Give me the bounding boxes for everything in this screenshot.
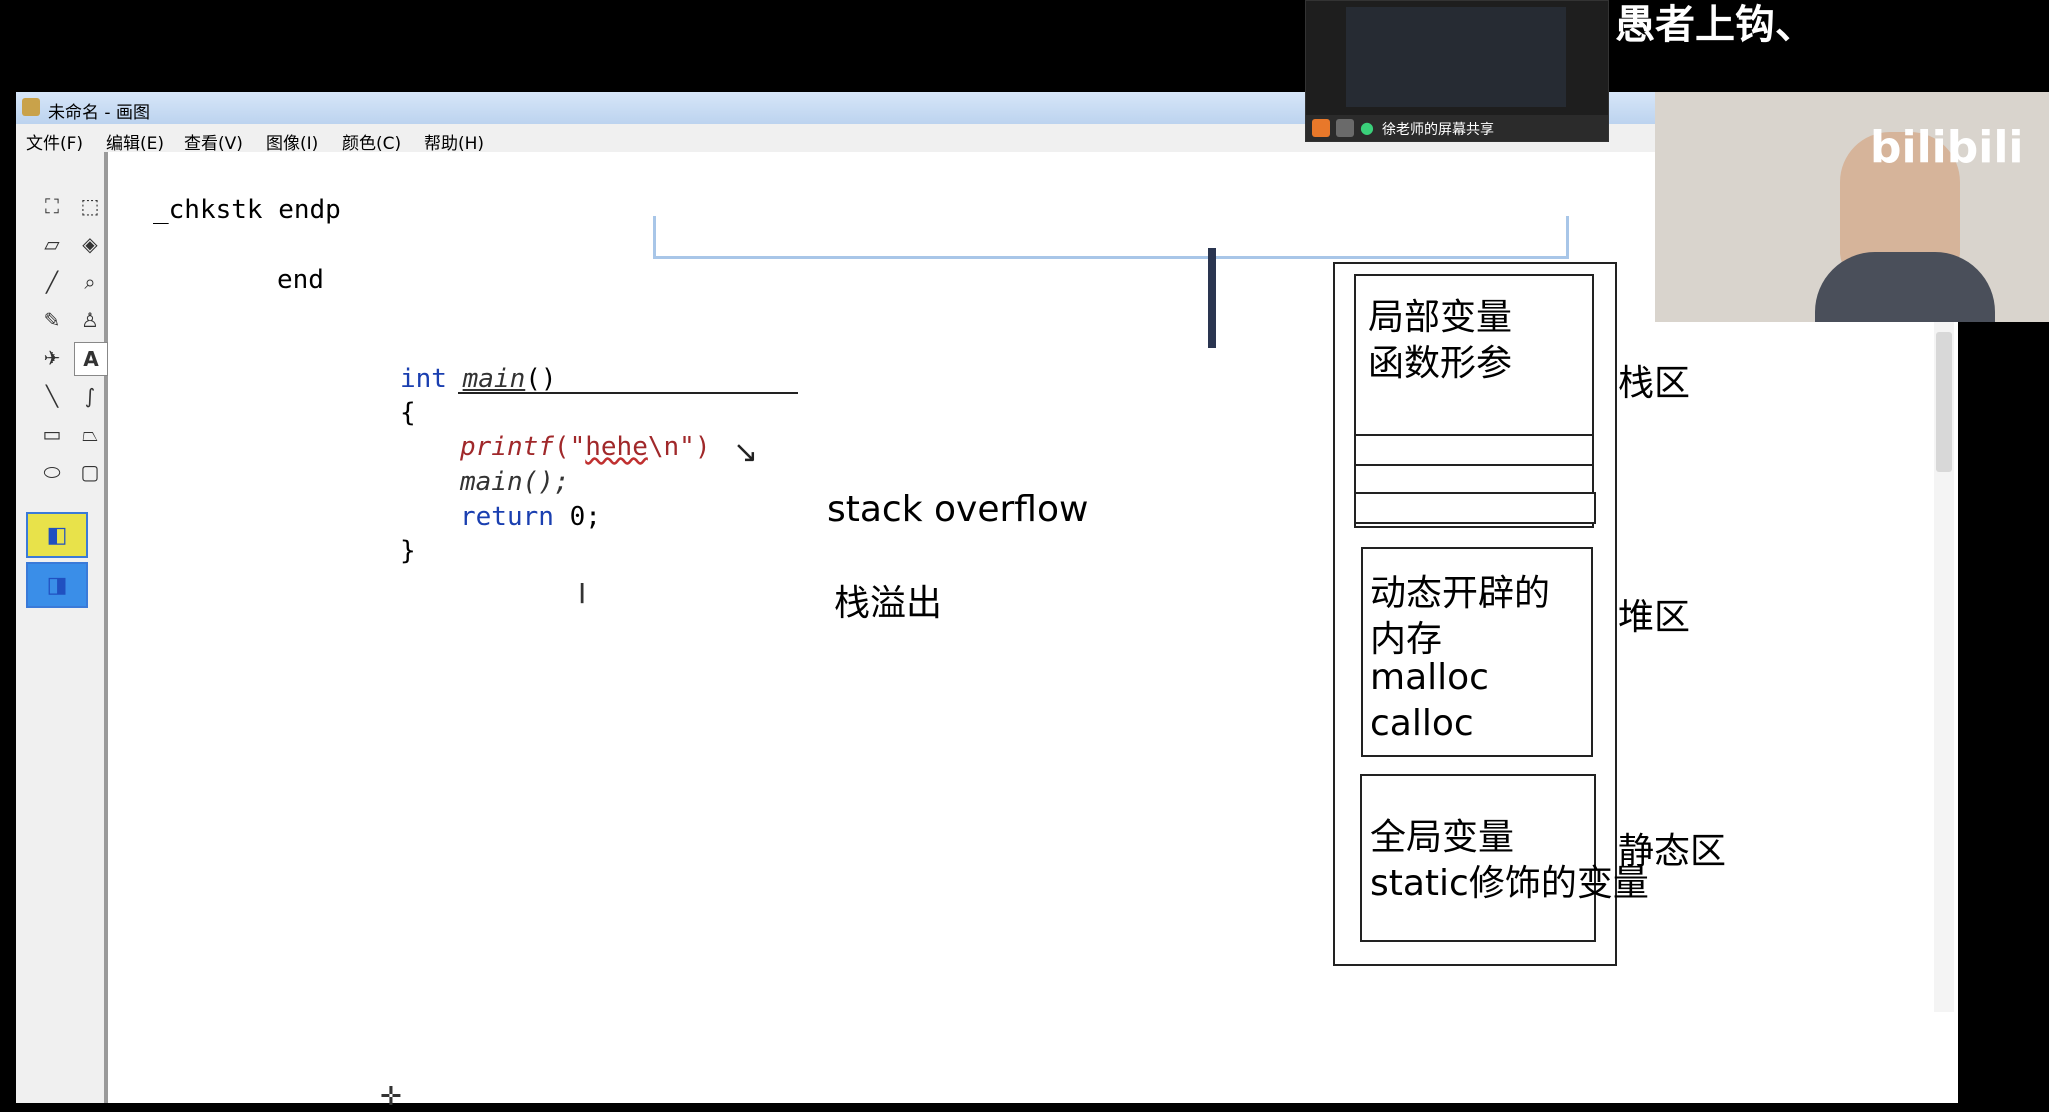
curve-icon[interactable]: ∫	[74, 380, 106, 412]
scrollbar-thumb[interactable]	[1936, 332, 1952, 472]
microphone-icon: ●	[1360, 118, 1374, 137]
paint-app-icon	[22, 98, 40, 116]
tool-box: ⛶ ⬚ ▱ ◈ ╱ ⌕ ✎ ♙ ✈ A ╲ ∫ ▭ ⏢ ⬭ ▢ ◧ ◨	[16, 152, 108, 1103]
stack-frame-2	[1354, 464, 1594, 494]
pencil-icon[interactable]: ✎	[36, 304, 68, 336]
rounded-rect-icon[interactable]: ▢	[74, 456, 106, 488]
bilibili-watermark: bilibili	[1870, 122, 2024, 173]
stream-caption: 愚者上钩、	[1615, 2, 1815, 48]
rectangle-icon[interactable]: ▭	[36, 418, 68, 450]
dialog-remnant	[653, 216, 1569, 259]
code-main-call-text: main();	[460, 467, 570, 497]
menu-image[interactable]: 图像(I)	[266, 129, 318, 154]
text-cursor-icon: I	[578, 577, 587, 610]
heap-box-line1: 动态开辟的	[1370, 573, 1551, 614]
vertical-scrollbar[interactable]	[1934, 322, 1954, 1012]
text-tool-icon[interactable]: A	[74, 342, 108, 376]
menu-file[interactable]: 文件(F)	[26, 129, 83, 154]
color-picker-icon[interactable]: ╱	[36, 266, 68, 298]
stack-overflow-note: stack overflow	[827, 489, 1089, 530]
crosshair-cursor-icon: ✛	[380, 1082, 402, 1112]
dialog-divider	[1208, 248, 1216, 348]
screenshare-bar: ● 徐老师的屏幕共享	[1306, 115, 1608, 141]
code-end: end	[277, 265, 324, 295]
stack-frame-3	[1354, 492, 1596, 524]
static-region-label: 静态区	[1618, 831, 1727, 872]
code-main-signature: int main()	[400, 364, 557, 394]
code-brace-close: }	[400, 536, 416, 566]
code-return-value: 0;	[569, 502, 601, 532]
screenshare-preview	[1346, 7, 1566, 107]
code-printf-line: printf("hehe\n")	[460, 432, 710, 462]
code-printf-fn: printf	[460, 432, 554, 462]
code-return-line: return 0;	[460, 502, 601, 532]
stack-frame-1	[1354, 434, 1594, 466]
code-printf-args-close: \n")	[647, 432, 711, 462]
underline-stroke	[458, 392, 798, 394]
magnifier-icon[interactable]: ⌕	[74, 266, 106, 298]
menu-view[interactable]: 查看(V)	[184, 129, 243, 154]
stack-overflow-cn-note: 栈溢出	[834, 583, 943, 624]
code-int-keyword: int	[400, 364, 447, 394]
arrow-icon: ↘	[733, 435, 759, 470]
screenshare-thumbnail[interactable]: ● 徐老师的屏幕共享	[1305, 0, 1609, 142]
webcam-overlay: bilibili	[1655, 92, 2049, 322]
heap-box-line3: malloc	[1370, 657, 1489, 698]
code-chkstk-endp: _chkstk endp	[153, 195, 341, 225]
static-box-line2: static修饰的变量	[1370, 863, 1649, 904]
rect-select-icon[interactable]: ⬚	[74, 190, 106, 222]
fill-bucket-icon[interactable]: ◈	[74, 228, 106, 260]
ellipse-icon[interactable]: ⬭	[36, 456, 68, 488]
code-printf-string: hehe	[585, 432, 648, 462]
screenshare-label: 徐老师的屏幕共享	[1382, 122, 1494, 138]
user-icon	[1312, 119, 1330, 137]
code-printf-args-open: ("	[553, 432, 586, 462]
code-main-paren: ()	[525, 364, 557, 394]
code-main-call: main();	[460, 467, 570, 497]
menu-edit[interactable]: 编辑(E)	[106, 129, 164, 154]
airbrush-icon[interactable]: ✈	[36, 342, 68, 374]
code-brace-open: {	[400, 398, 416, 428]
static-box-line1: 全局变量	[1370, 817, 1515, 858]
menu-help[interactable]: 帮助(H)	[424, 129, 484, 154]
polygon-icon[interactable]: ⏢	[74, 418, 106, 450]
stack-box-line1: 局部变量	[1368, 297, 1513, 338]
text-opaque-option-icon[interactable]: ◧	[26, 512, 88, 558]
heap-box-line4: calloc	[1370, 703, 1474, 744]
code-return-keyword: return	[460, 502, 554, 532]
heap-box-line2: 内存	[1370, 619, 1443, 660]
heap-region-label: 堆区	[1618, 597, 1691, 638]
stack-box-line2: 函数形参	[1368, 343, 1513, 384]
menu-colors[interactable]: 颜色(C)	[342, 129, 401, 154]
brush-icon[interactable]: ♙	[74, 304, 106, 336]
line-icon[interactable]: ╲	[36, 380, 68, 412]
eraser-icon[interactable]: ▱	[36, 228, 68, 260]
free-select-icon[interactable]: ⛶	[36, 190, 68, 222]
presenter-shirt	[1815, 252, 1995, 322]
code-main-fn: main	[462, 364, 526, 394]
stack-region-label: 栈区	[1618, 363, 1691, 404]
screen-icon	[1336, 119, 1354, 137]
text-transparent-option-icon[interactable]: ◨	[26, 562, 88, 608]
window-title: 未命名 - 画图	[48, 103, 150, 123]
